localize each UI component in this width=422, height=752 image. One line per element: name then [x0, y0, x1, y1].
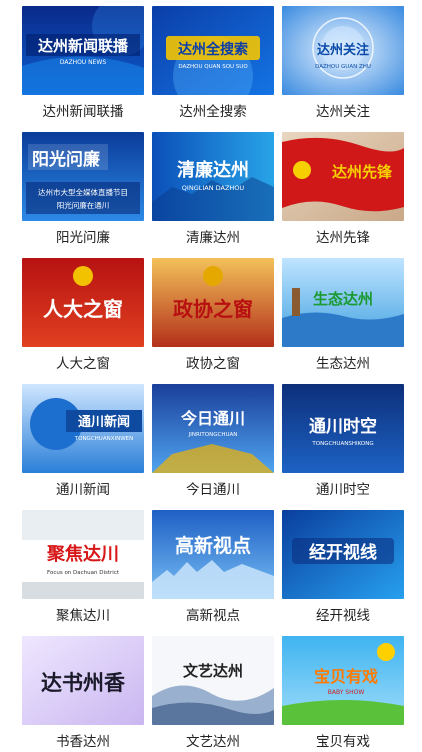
program-label: 达州新闻联播	[42, 104, 124, 120]
program-label: 政协之窗	[186, 356, 240, 372]
program-tile-gao-xin-shi-dian[interactable]: 高新视点 高新视点	[152, 510, 274, 626]
svg-text:TONGCHUANXINWEN: TONGCHUANXINWEN	[74, 436, 133, 442]
svg-text:达书州香: 达书州香	[41, 670, 126, 695]
program-tile-wen-yi[interactable]: 文艺达州 文艺达州	[152, 636, 274, 752]
program-thumbnail: 通川新闻 TONGCHUANXINWEN	[22, 384, 144, 473]
svg-text:达州全搜索: 达州全搜索	[178, 41, 248, 58]
program-tile-jin-ri-tong-chuan[interactable]: 今日通川 JINRITONGCHUAN 今日通川	[152, 384, 274, 500]
program-tile-tong-chuan-shi-kong[interactable]: 通川时空 TONGCHUANSHIKONG 通川时空	[282, 384, 404, 500]
program-label: 聚焦达川	[56, 608, 110, 624]
program-label: 经开视线	[316, 608, 370, 624]
svg-text:达州市大型全媒体直播节目: 达州市大型全媒体直播节目	[38, 187, 128, 197]
svg-text:达州新闻联播: 达州新闻联播	[38, 37, 129, 55]
svg-text:阳光问廉在通川: 阳光问廉在通川	[57, 200, 110, 210]
svg-text:宝贝有戏: 宝贝有戏	[314, 667, 378, 686]
program-label: 生态达州	[316, 356, 370, 372]
program-label: 达州关注	[316, 104, 370, 120]
program-label: 清廉达州	[186, 230, 240, 246]
program-thumbnail: 政协之窗	[152, 258, 274, 347]
program-tile-zheng-xie[interactable]: 政协之窗 政协之窗	[152, 258, 274, 374]
program-thumbnail: 达书州香	[22, 636, 144, 725]
program-tile-guan-zhu[interactable]: 达州关注 DAZHOU GUAN ZHU 达州关注	[282, 6, 404, 122]
svg-text:文艺达州: 文艺达州	[183, 662, 243, 680]
program-thumbnail: 达州关注 DAZHOU GUAN ZHU	[282, 6, 404, 95]
svg-text:通川时空: 通川时空	[309, 416, 377, 437]
svg-text:Focus on Dachuan District: Focus on Dachuan District	[47, 570, 120, 576]
program-thumbnail: 经开视线	[282, 510, 404, 599]
svg-text:经开视线: 经开视线	[309, 542, 377, 563]
program-label: 达州先锋	[316, 230, 370, 246]
svg-text:聚焦达川: 聚焦达川	[46, 543, 119, 565]
program-thumbnail: 达州新闻联播 DAZHOU NEWS	[22, 6, 144, 95]
program-label: 文艺达州	[186, 734, 240, 750]
program-label: 通川时空	[316, 482, 370, 498]
svg-text:达州先锋: 达州先锋	[332, 163, 393, 181]
svg-text:DAZHOU NEWS: DAZHOU NEWS	[60, 59, 106, 66]
program-label: 阳光问廉	[56, 230, 110, 246]
program-label: 今日通川	[186, 482, 240, 498]
svg-text:JINRITONGCHUAN: JINRITONGCHUAN	[188, 432, 238, 438]
program-label: 高新视点	[186, 608, 240, 624]
svg-text:清廉达州: 清廉达州	[177, 159, 249, 181]
program-tile-bao-bei-you-xi[interactable]: 宝贝有戏 BABY SHOW 宝贝有戏	[282, 636, 404, 752]
program-tile-shu-xiang[interactable]: 达书州香 书香达州	[22, 636, 144, 752]
program-thumbnail: 聚焦达川 Focus on Dachuan District	[22, 510, 144, 599]
svg-text:QINGLIAN DAZHOU: QINGLIAN DAZHOU	[182, 184, 245, 192]
program-tile-quan-sou-suo[interactable]: 达州全搜索 DAZHOU QUAN SOU SUO 达州全搜索	[152, 6, 274, 122]
program-tile-ju-jiao-da-chuan[interactable]: 聚焦达川 Focus on Dachuan District 聚焦达川	[22, 510, 144, 626]
program-thumbnail: 达州先锋	[282, 132, 404, 221]
svg-text:BABY SHOW: BABY SHOW	[328, 689, 365, 696]
svg-text:通川新闻: 通川新闻	[78, 414, 130, 430]
svg-text:高新视点: 高新视点	[175, 534, 251, 557]
program-label: 人大之窗	[56, 356, 110, 372]
program-thumbnail: 今日通川 JINRITONGCHUAN	[152, 384, 274, 473]
program-label: 通川新闻	[56, 482, 110, 498]
svg-text:人大之窗: 人大之窗	[43, 297, 123, 321]
program-thumbnail: 高新视点	[152, 510, 274, 599]
program-thumbnail: 宝贝有戏 BABY SHOW	[282, 636, 404, 725]
svg-text:DAZHOU QUAN SOU SUO: DAZHOU QUAN SOU SUO	[178, 64, 248, 70]
program-thumbnail: 达州全搜索 DAZHOU QUAN SOU SUO	[152, 6, 274, 95]
program-tile-qing-lian-dazhou[interactable]: 清廉达州 QINGLIAN DAZHOU 清廉达州	[152, 132, 274, 248]
program-thumbnail: 通川时空 TONGCHUANSHIKONG	[282, 384, 404, 473]
svg-text:达州关注: 达州关注	[317, 42, 369, 58]
program-tile-yang-guang-wen-lian[interactable]: 阳光问廉 达州市大型全媒体直播节目 阳光问廉在通川 阳光问廉	[22, 132, 144, 248]
svg-text:生态达州: 生态达州	[313, 290, 373, 308]
svg-text:今日通川: 今日通川	[180, 409, 245, 428]
svg-text:DAZHOU GUAN ZHU: DAZHOU GUAN ZHU	[315, 64, 371, 70]
svg-text:政协之窗: 政协之窗	[173, 297, 253, 321]
program-label: 书香达州	[56, 734, 110, 750]
program-thumbnail: 生态达州	[282, 258, 404, 347]
program-tile-tong-chuan-news[interactable]: 通川新闻 TONGCHUANXINWEN 通川新闻	[22, 384, 144, 500]
program-tile-dazhou-news[interactable]: 达州新闻联播 DAZHOU NEWS 达州新闻联播	[22, 6, 144, 122]
program-thumbnail: 阳光问廉 达州市大型全媒体直播节目 阳光问廉在通川	[22, 132, 144, 221]
svg-text:TONGCHUANSHIKONG: TONGCHUANSHIKONG	[311, 441, 373, 447]
program-tile-sheng-tai[interactable]: 生态达州 生态达州	[282, 258, 404, 374]
program-thumbnail: 文艺达州	[152, 636, 274, 725]
program-thumbnail: 人大之窗	[22, 258, 144, 347]
program-tile-jing-kai-shi-xian[interactable]: 经开视线 经开视线	[282, 510, 404, 626]
program-label: 达州全搜索	[179, 104, 247, 120]
program-tile-xian-feng[interactable]: 达州先锋 达州先锋	[282, 132, 404, 248]
program-thumbnail: 清廉达州 QINGLIAN DAZHOU	[152, 132, 274, 221]
svg-text:阳光问廉: 阳光问廉	[32, 149, 100, 170]
program-label: 宝贝有戏	[316, 734, 370, 750]
program-tile-ren-da[interactable]: 人大之窗 人大之窗	[22, 258, 144, 374]
